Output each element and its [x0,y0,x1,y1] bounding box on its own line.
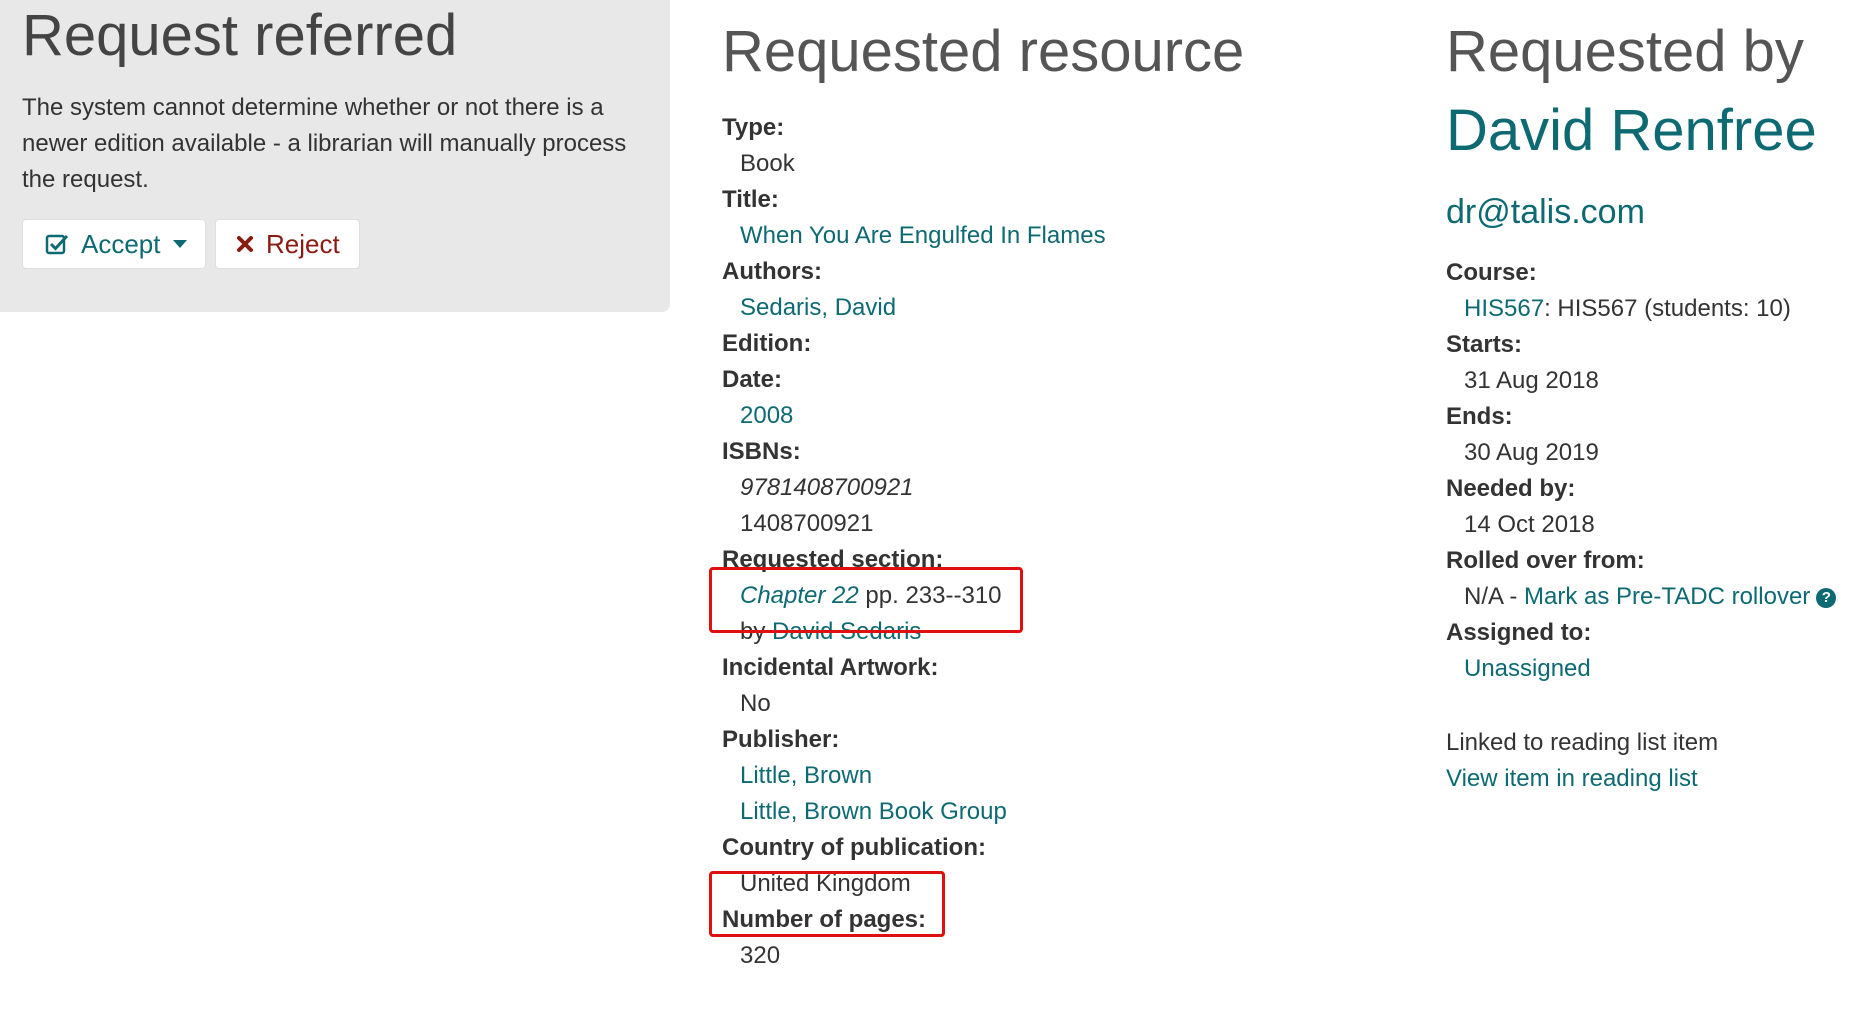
rolled-over-label: Rolled over from: [1446,547,1645,574]
publisher-label: Publisher: [722,726,840,753]
country-label: Country of publication: [722,834,986,861]
pages-label: Number of pages: [722,906,927,933]
section-by: by [740,618,773,645]
requested-by-section: Requested by David Renfree dr@talis.com … [1446,10,1856,792]
requested-resource-section: Requested resource Type: Book Title: Whe… [709,10,1282,969]
referral-panel: Request referred The system cannot deter… [0,0,670,312]
title-link[interactable]: When You Are Engulfed In Flames [740,222,1106,249]
pages-value: 320 [740,942,781,969]
section-author-link[interactable]: David Sedaris [772,618,921,645]
reject-label: Reject [266,228,340,259]
help-icon[interactable]: ? [1816,587,1837,608]
course-desc: : HIS567 (students: 10) [1544,295,1791,322]
publisher-link-2[interactable]: Little, Brown Book Group [740,798,1007,825]
country-value: United Kingdom [740,870,911,897]
caret-down-icon [172,240,187,248]
starts-label: Starts: [1446,331,1523,358]
edition-label: Edition: [722,330,812,357]
assigned-link[interactable]: Unassigned [1464,655,1591,682]
referral-title: Request referred [22,3,458,68]
view-item-link[interactable]: View item in reading list [1446,765,1698,792]
isbns-label: ISBNs: [722,438,801,465]
author-link[interactable]: Sedaris, David [740,294,896,321]
check-square-icon [45,232,69,256]
isbn-10: 1408700921 [740,510,874,537]
requester-name[interactable]: David Renfree [1446,94,1856,168]
rolled-over-prefix: N/A - [1464,583,1525,610]
requester-email-link[interactable]: dr@talis.com [1446,188,1645,236]
authors-label: Authors: [722,258,822,285]
artwork-label: Incidental Artwork: [722,654,939,681]
date-label: Date: [722,366,783,393]
assigned-label: Assigned to: [1446,619,1592,646]
starts-value: 31 Aug 2018 [1464,367,1599,394]
isbn-13: 9781408700921 [740,474,914,501]
linked-reading-list: Linked to reading list item View item in… [1446,725,1718,797]
requested-resource-heading: Requested resource [722,19,1245,84]
needed-by-value: 14 Oct 2018 [1464,511,1595,538]
type-value: Book [740,150,795,177]
needed-by-label: Needed by: [1446,475,1576,502]
type-label: Type: [722,114,785,141]
referral-message: The system cannot determine whether or n… [22,94,627,193]
ends-value: 30 Aug 2019 [1464,439,1599,466]
date-link[interactable]: 2008 [740,402,793,429]
artwork-value: No [740,690,771,717]
requested-by-heading: Requested by [1446,19,1804,84]
section-link[interactable]: Chapter 22 [740,582,859,609]
title-label: Title: [722,186,779,213]
publisher-link[interactable]: Little, Brown [740,762,872,789]
course-link[interactable]: HIS567 [1464,295,1544,322]
accept-button[interactable]: Accept [22,219,206,269]
close-icon [236,235,254,253]
resource-details: Type: Book Title: When You Are Engulfed … [709,110,1106,974]
reject-button[interactable]: Reject [215,219,360,269]
ends-label: Ends: [1446,403,1513,430]
requested-section-label: Requested section: [722,546,944,573]
mark-rollover-link[interactable]: Mark as Pre-TADC rollover [1524,583,1810,610]
course-details: Course: HIS567: HIS567 (students: 10) St… [1446,255,1837,687]
section-pages: pp. 233--310 [858,582,1002,609]
course-label: Course: [1446,259,1537,286]
linked-text: Linked to reading list item [1446,729,1719,756]
accept-label: Accept [81,228,161,259]
